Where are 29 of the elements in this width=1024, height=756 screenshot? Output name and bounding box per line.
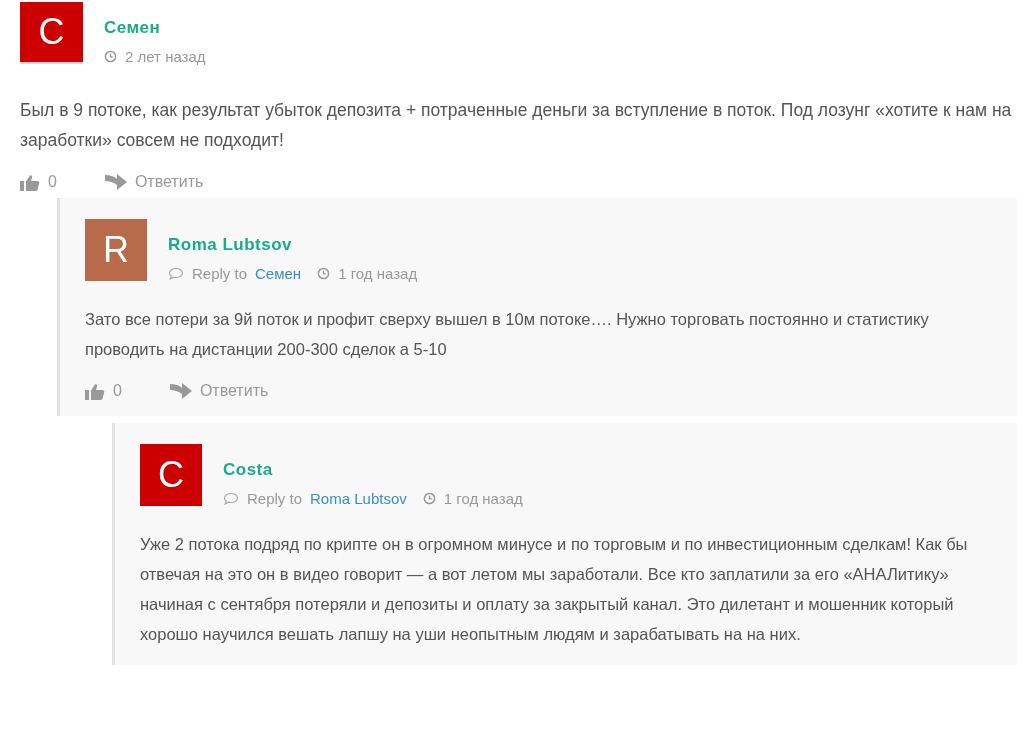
- reply-button[interactable]: Ответить: [169, 382, 269, 400]
- comment-text: Уже 2 потока подряд по крипте он в огромном минусе и по торговым и по инвестиционным сделкам! Как бы отвечая на это он в видео говорит — а вот летом мы заработали. Все кто заплатили за его «АНАЛитику» начиная с сентября потеряли и депозиты и оплату за закрытый канал. Это дилетант и мошенник который хорошо научился вешать лапшу на уши неопытным людям и зарабатывать на на них.: [140, 534, 969, 645]
- avatar: R: [85, 219, 147, 281]
- reply-button[interactable]: Ответить: [104, 173, 204, 191]
- reply-to-label: Reply to: [247, 490, 303, 507]
- comment-text: Зато все потери за 9й поток и профит сверху вышел в 10м потоке…. Нужно торговать постоянно и статистику проводить на дистанции 200-300 сделок а 5-10: [85, 309, 930, 360]
- comment-time: 1 год назад: [443, 490, 523, 507]
- clock-icon: [422, 492, 436, 505]
- speech-bubble-icon: [223, 492, 239, 505]
- comment-text: Был в 9 потоке, как результат убыток депозита + потраченные деньги за вступление в поток. Под лозунг «хотите к нам на заработки» совсем не подходит!: [20, 99, 1013, 152]
- reply-to-label: Reply to: [192, 265, 248, 282]
- reply-arrow-icon: [104, 174, 127, 190]
- reply-arrow-icon: [169, 383, 192, 399]
- parent-author-link[interactable]: Roma Lubtsov: [310, 490, 407, 507]
- speech-bubble-icon: [168, 267, 184, 280]
- like-count: 0: [113, 382, 122, 400]
- author-name: Costa: [223, 460, 274, 480]
- avatar: С: [20, 2, 83, 62]
- like-count: 0: [48, 173, 57, 191]
- avatar: С: [140, 444, 202, 506]
- thumbs-up-icon[interactable]: [85, 382, 105, 400]
- thumbs-up-icon[interactable]: [20, 173, 40, 191]
- clock-icon: [317, 267, 331, 280]
- author-name: Roma Lubtsov: [168, 235, 294, 255]
- clock-icon: [104, 50, 117, 63]
- comment-time: 1 год назад: [338, 265, 418, 282]
- parent-author-link[interactable]: Семен: [255, 265, 302, 282]
- author-name: Семен: [104, 18, 162, 38]
- comment-time: 2 лет назад: [125, 48, 206, 65]
